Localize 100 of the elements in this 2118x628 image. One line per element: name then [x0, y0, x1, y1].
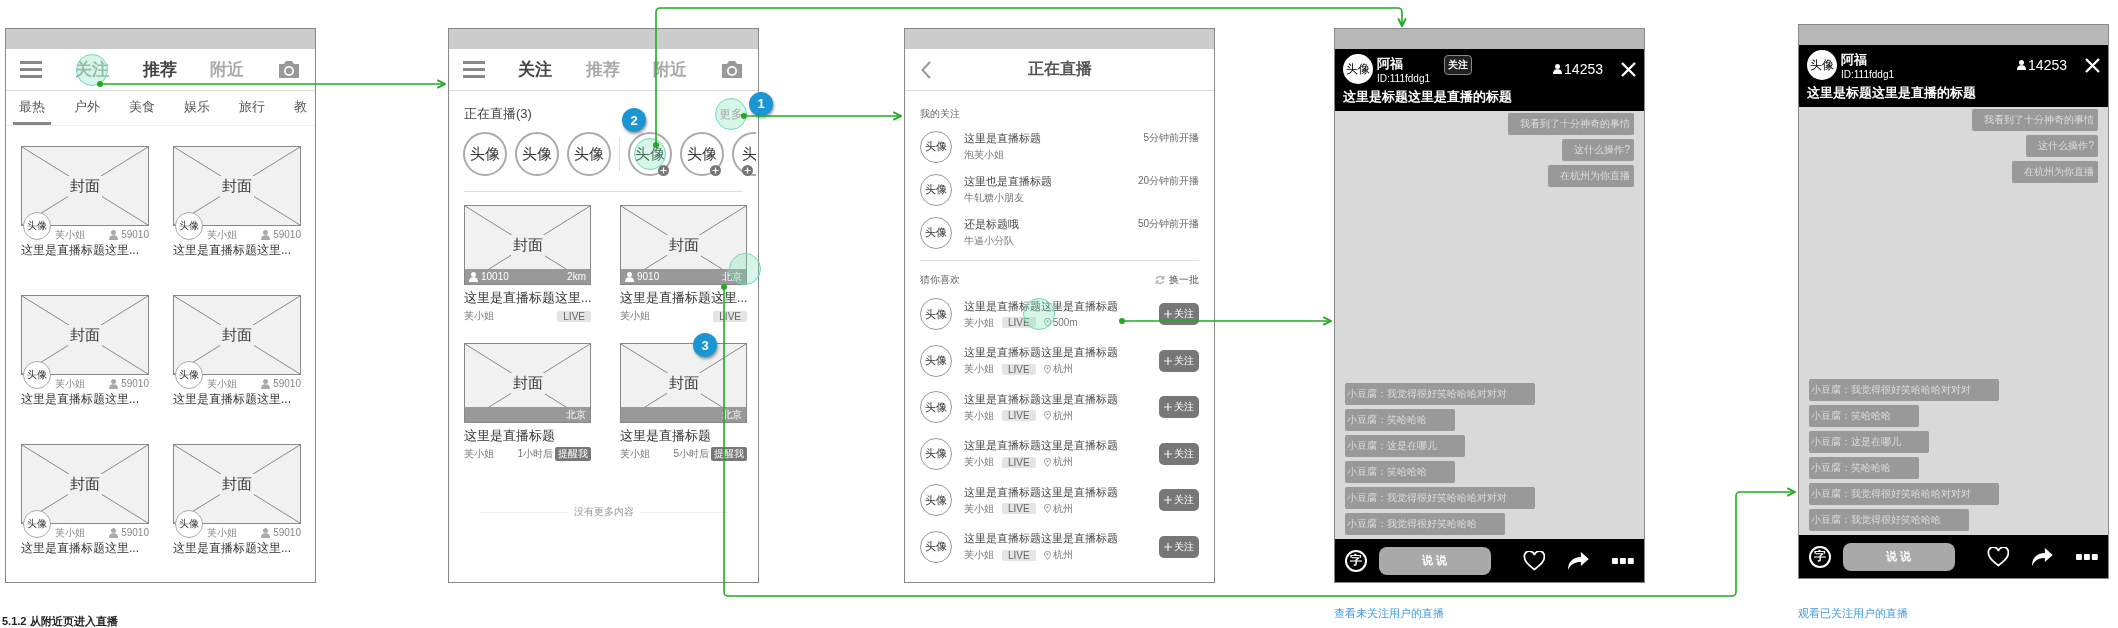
follow-button[interactable]: 关注: [1159, 303, 1199, 326]
menu-icon[interactable]: [463, 61, 485, 78]
location-label: 杭州: [1052, 362, 1073, 377]
person-icon: [261, 378, 271, 389]
category-tab[interactable]: 旅行: [233, 91, 271, 125]
section-title: 我的关注: [920, 107, 960, 121]
live-tag: LIVE: [1002, 363, 1036, 375]
streamer-id: ID:111fddg1: [1377, 72, 1430, 84]
camera-icon[interactable]: [720, 60, 744, 79]
category-tab[interactable]: 美食: [123, 91, 161, 125]
cover-label: 封面: [68, 175, 102, 197]
start-time: 5分钟前开播: [1143, 131, 1199, 145]
cover-placeholder[interactable]: 封面 北京: [464, 343, 591, 423]
start-time: 1小时后: [517, 447, 553, 461]
follow-button[interactable]: 关注: [1159, 396, 1199, 419]
user-name: 牛逼小分队: [964, 234, 1015, 248]
stream-title: 这里是直播标题这里...: [173, 391, 292, 408]
follow-button[interactable]: 关注: [1159, 349, 1199, 372]
step-marker: 2: [622, 108, 646, 132]
share-icon[interactable]: [1567, 550, 1591, 571]
avatar[interactable]: 头像: [567, 132, 611, 176]
live-tag: LIVE: [1002, 410, 1036, 422]
page-title: 正在直播: [1027, 60, 1092, 77]
live-tag: LIVE: [1002, 456, 1036, 468]
plus-icon: [1164, 403, 1172, 412]
share-icon[interactable]: [2031, 546, 2055, 567]
chat-message: 小豆腐：笑哈哈哈: [1345, 461, 1455, 483]
person-icon: [469, 271, 478, 282]
stream-title[interactable]: 这里是直播标题这里是直播标题: [964, 484, 1147, 500]
streamer-name: 阿福: [1841, 50, 1868, 69]
follow-button[interactable]: 关注: [1444, 55, 1472, 75]
person-icon: [109, 527, 119, 538]
stream-title: 这里是直播标题: [464, 428, 556, 445]
remind-button[interactable]: 提醒我: [555, 447, 591, 461]
follow-button[interactable]: 关注: [1159, 489, 1199, 512]
heart-icon[interactable]: [1522, 550, 1546, 571]
stream-title[interactable]: 还是标题哦: [964, 217, 1126, 232]
more-icon[interactable]: [1612, 556, 1634, 565]
follow-button[interactable]: 关注: [1159, 535, 1199, 558]
step-marker: 3: [693, 333, 717, 357]
user-name: 芙小姐: [620, 447, 650, 461]
plus-icon: [1164, 542, 1172, 551]
start-time: 50分钟前开播: [1137, 217, 1199, 231]
camera-icon[interactable]: [277, 60, 301, 79]
stream-title[interactable]: 这里也是直播标题: [964, 174, 1126, 189]
close-icon[interactable]: [1621, 61, 1636, 77]
location-label: 北京: [722, 269, 742, 284]
start-time: 20分钟前开播: [1137, 174, 1199, 188]
remind-button[interactable]: 提醒我: [711, 447, 747, 461]
stream-title[interactable]: 这里是直播标题这里是直播标题: [964, 391, 1147, 407]
avatar[interactable]: 头像: [515, 132, 559, 176]
cover-placeholder[interactable]: 封面 10010 2km: [464, 205, 591, 285]
viewer-count: 14253: [2028, 57, 2067, 73]
user-name: 芙小姐: [464, 309, 494, 323]
more-icon[interactable]: [2076, 552, 2098, 561]
menu-icon[interactable]: [20, 61, 42, 78]
close-icon[interactable]: [2085, 57, 2100, 73]
category-tab[interactable]: 教: [288, 91, 313, 125]
cover-label: 封面: [666, 234, 701, 256]
refresh-button[interactable]: 换一批: [1155, 273, 1199, 287]
live-tag: LIVE: [1002, 503, 1036, 515]
stream-title: 这里是标题这里是直播的标题: [1343, 89, 1513, 106]
stream-title[interactable]: 这里是直播标题这里是直播标题: [964, 298, 1147, 314]
chat-message: 这什么操作?: [1562, 139, 1634, 161]
avatar[interactable]: 头像: [628, 132, 672, 176]
stream-title[interactable]: 这里是直播标题这里是直播标题: [964, 531, 1147, 547]
avatar: 头像: [1343, 54, 1373, 84]
person-icon: [109, 378, 119, 389]
location-pin-icon: [1043, 550, 1051, 560]
chat-message: 小豆腐：笑哈哈哈: [1809, 457, 1919, 479]
avatar[interactable]: 头像: [463, 132, 507, 176]
category-tab[interactable]: 户外: [68, 91, 106, 125]
location-label: 杭州: [1052, 548, 1073, 563]
viewer-count: 59010: [121, 527, 149, 538]
nav-tab[interactable]: 推荐: [142, 58, 177, 81]
text-button[interactable]: 字: [1809, 545, 1831, 568]
location-pin-icon: [1043, 411, 1051, 421]
stream-title[interactable]: 这里是直播标题这里是直播标题: [964, 438, 1147, 454]
user-name: 芙小姐: [964, 548, 994, 563]
user-name: 泡芙小姐: [964, 148, 1005, 162]
chat-message: 小豆腐：我觉得很好笑哈哈哈对对对: [1809, 379, 1999, 401]
follow-button[interactable]: 关注: [1159, 442, 1199, 465]
cover-label: 封面: [68, 473, 102, 495]
nav-tab[interactable]: 关注: [518, 58, 553, 81]
plus-icon: [710, 165, 721, 176]
cover-label: 封面: [510, 234, 545, 256]
chat-message: 小豆腐：这是在哪儿: [1345, 435, 1465, 457]
avatar[interactable]: 头: [732, 132, 756, 176]
cover-placeholder[interactable]: 封面 9010 北京: [620, 205, 747, 285]
avatar[interactable]: 头像: [680, 132, 724, 176]
cover-label: 封面: [68, 324, 102, 346]
category-tab[interactable]: 娱乐: [178, 91, 216, 125]
stream-title[interactable]: 这里是直播标题: [964, 131, 1132, 146]
category-tab[interactable]: 最热: [13, 91, 51, 125]
text-button[interactable]: 字: [1345, 549, 1367, 572]
viewer-count: 59010: [273, 229, 301, 240]
stream-title[interactable]: 这里是直播标题这里是直播标题: [964, 345, 1147, 361]
heart-icon[interactable]: [1986, 546, 2010, 567]
refresh-icon: [1155, 275, 1165, 285]
back-icon[interactable]: [921, 60, 931, 79]
